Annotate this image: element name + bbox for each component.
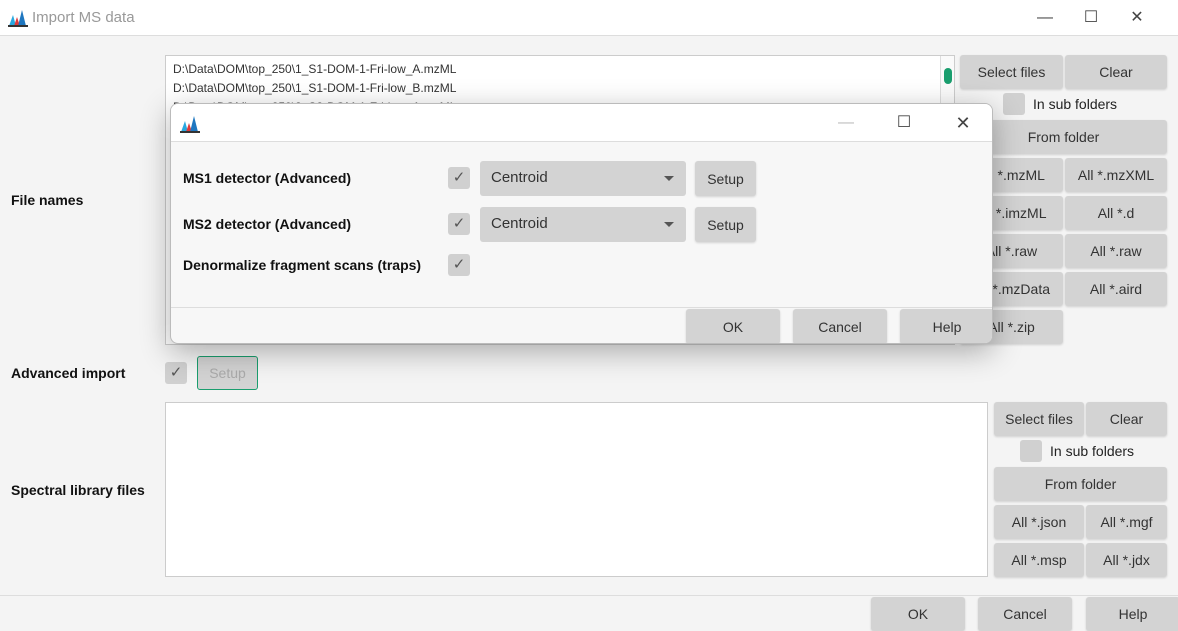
dialog-maximize-button[interactable]: ☐ xyxy=(889,111,919,135)
scroll-thumb[interactable] xyxy=(944,68,952,84)
file-item[interactable]: D:\Data\DOM\top_250\1_S1-DOM-1-Fri-low_B… xyxy=(173,79,947,98)
ms1-detector-value: Centroid xyxy=(491,169,548,186)
all-aird-button[interactable]: All *.aird xyxy=(1065,272,1167,306)
all-json-button[interactable]: All *.json xyxy=(994,505,1084,539)
clear-files-button[interactable]: Clear xyxy=(1065,55,1167,89)
cancel-button[interactable]: Cancel xyxy=(978,597,1072,631)
lib-subfolders-checkbox[interactable] xyxy=(1020,440,1042,462)
app-logo-icon xyxy=(180,116,200,133)
spectral-library-list[interactable] xyxy=(165,402,988,577)
all-d-button[interactable]: All *.d xyxy=(1065,196,1167,230)
advanced-import-dialog: — ☐ ✕ MS1 detector (Advanced) ✓ Centroid… xyxy=(170,103,993,344)
lib-clear-button[interactable]: Clear xyxy=(1086,402,1167,436)
dialog-ok-button[interactable]: OK xyxy=(686,309,780,343)
dialog-close-button[interactable]: ✕ xyxy=(948,111,978,135)
lib-from-folder-button[interactable]: From folder xyxy=(994,467,1167,501)
all-mgf-button[interactable]: All *.mgf xyxy=(1086,505,1167,539)
chevron-down-icon xyxy=(664,222,674,227)
title-bar: Import MS data — ☐ ✕ xyxy=(0,0,1178,36)
help-button[interactable]: Help xyxy=(1086,597,1178,631)
advanced-import-checkbox[interactable]: ✓ xyxy=(165,362,187,384)
minimize-button[interactable]: — xyxy=(1030,6,1060,30)
all-msp-button[interactable]: All *.msp xyxy=(994,543,1084,577)
divider xyxy=(0,595,1178,596)
ms1-detector-checkbox[interactable]: ✓ xyxy=(448,167,470,189)
close-button[interactable]: ✕ xyxy=(1122,6,1152,30)
chevron-down-icon xyxy=(664,176,674,181)
file-item[interactable]: D:\Data\DOM\top_250\1_S1-DOM-1-Fri-low_A… xyxy=(173,60,947,79)
dialog-divider xyxy=(171,307,992,308)
dialog-minimize-button[interactable]: — xyxy=(831,111,861,135)
dialog-cancel-button[interactable]: Cancel xyxy=(793,309,887,343)
spectral-library-label: Spectral library files xyxy=(11,482,145,498)
ms2-setup-button[interactable]: Setup xyxy=(695,207,756,242)
dialog-help-button[interactable]: Help xyxy=(900,309,992,343)
denormalize-checkbox[interactable]: ✓ xyxy=(448,254,470,276)
subfolders-checkbox[interactable] xyxy=(1003,93,1025,115)
select-files-button[interactable]: Select files xyxy=(960,55,1063,89)
lib-select-files-button[interactable]: Select files xyxy=(994,402,1084,436)
all-jdx-button[interactable]: All *.jdx xyxy=(1086,543,1167,577)
all-mzxml-button[interactable]: All *.mzXML xyxy=(1065,158,1167,192)
ms1-detector-select[interactable]: Centroid xyxy=(480,161,686,196)
dialog-title-bar: — ☐ ✕ xyxy=(171,104,992,142)
file-names-label: File names xyxy=(11,192,84,208)
ms1-setup-button[interactable]: Setup xyxy=(695,161,756,196)
advanced-import-label: Advanced import xyxy=(11,365,126,381)
denormalize-label: Denormalize fragment scans (traps) xyxy=(183,257,422,273)
lib-subfolders-label: In sub folders xyxy=(1050,443,1135,459)
ms2-detector-select[interactable]: Centroid xyxy=(480,207,686,242)
ms2-detector-value: Centroid xyxy=(491,215,548,232)
maximize-button[interactable]: ☐ xyxy=(1076,6,1106,30)
ms1-detector-label: MS1 detector (Advanced) xyxy=(183,170,352,186)
ok-button[interactable]: OK xyxy=(871,597,965,631)
ms2-detector-label: MS2 detector (Advanced) xyxy=(183,216,352,232)
advanced-setup-button[interactable]: Setup xyxy=(197,356,258,390)
app-logo-icon xyxy=(8,10,28,27)
ms2-detector-checkbox[interactable]: ✓ xyxy=(448,213,470,235)
window-title: Import MS data xyxy=(32,9,135,26)
all-raw-button-2[interactable]: All *.raw xyxy=(1065,234,1167,268)
subfolders-label: In sub folders xyxy=(1033,96,1118,112)
